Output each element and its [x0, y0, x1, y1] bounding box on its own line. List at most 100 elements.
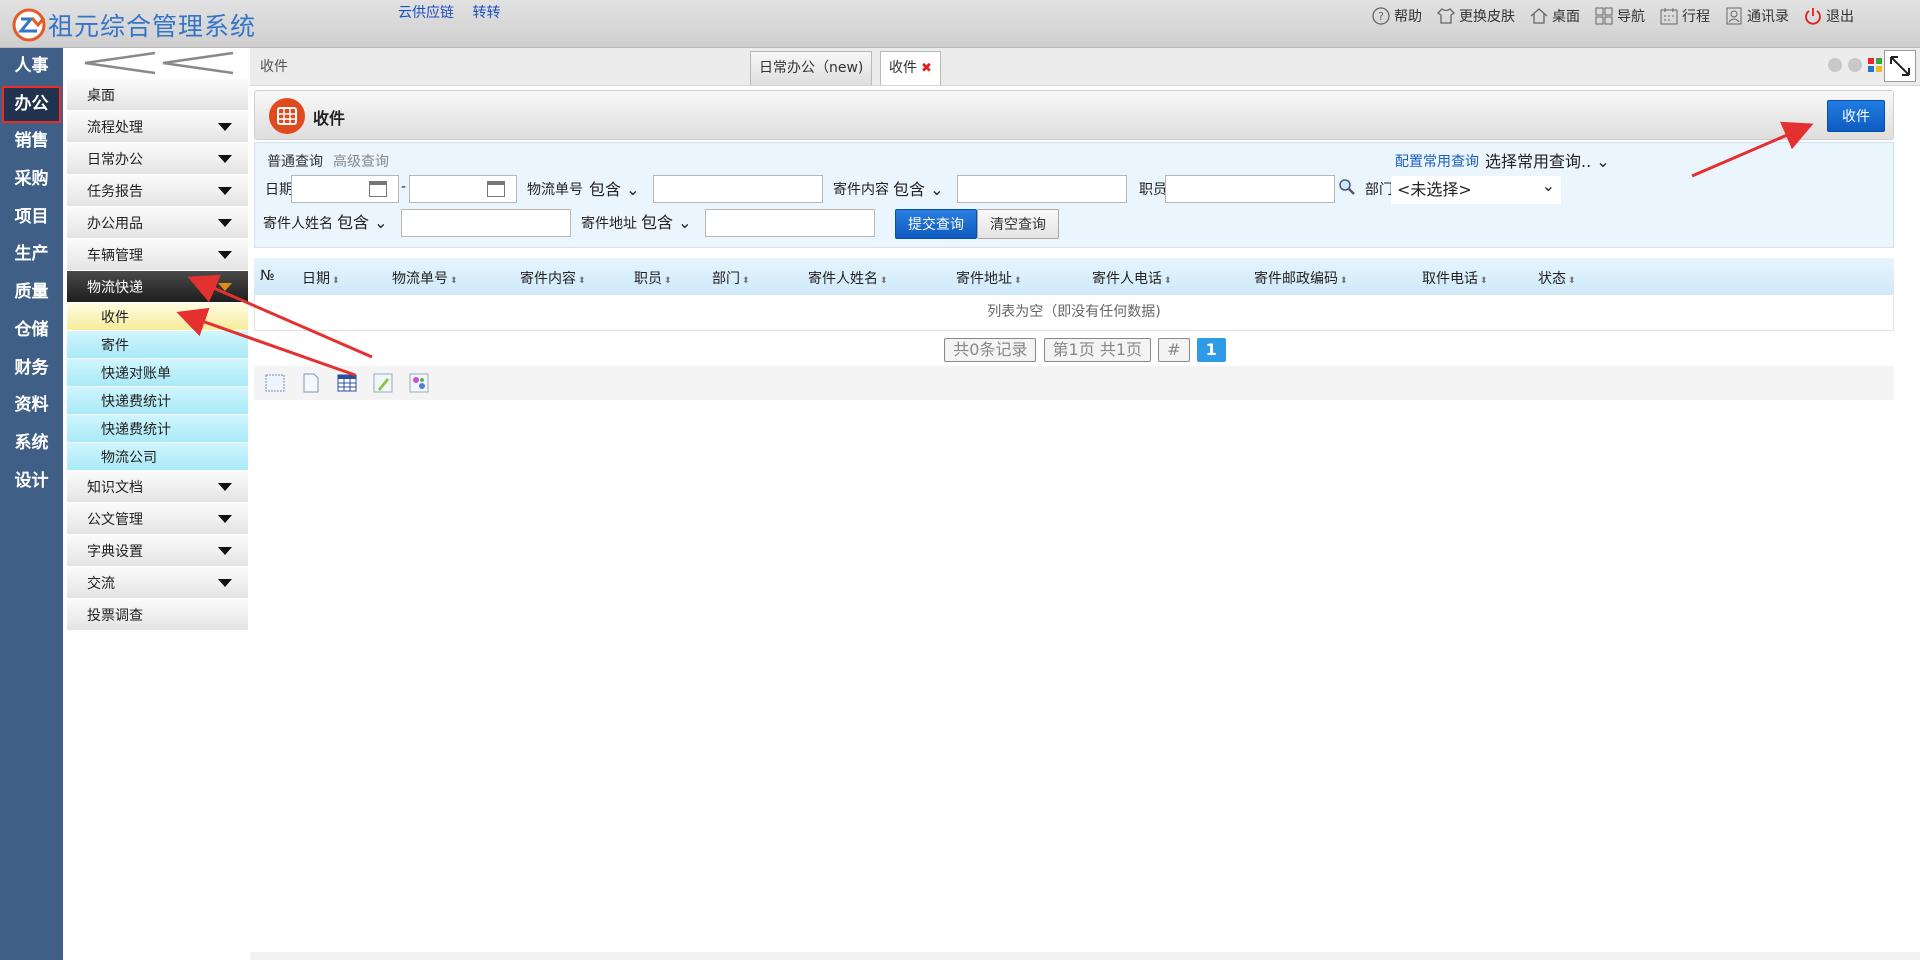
submenu-statement[interactable]: 快递对账单 [67, 359, 248, 386]
menu-knowledge[interactable]: 知识文档 [67, 471, 248, 502]
receive-button[interactable]: 收件 [1827, 100, 1885, 132]
col-tracking[interactable]: 物流单号 ⬍ [392, 268, 458, 288]
module-production[interactable]: 生产 [2, 236, 61, 274]
schedule-button[interactable]: 行程 [1659, 6, 1710, 26]
help-button[interactable]: ? 帮助 [1371, 6, 1422, 26]
calendar-icon[interactable] [369, 181, 387, 197]
contacts-icon [1726, 7, 1742, 25]
sort-icon: ⬍ [450, 276, 458, 286]
content-input[interactable] [957, 175, 1127, 203]
module-office[interactable]: 办公 [2, 85, 61, 124]
address-input[interactable] [705, 209, 875, 237]
address-operator-select[interactable]: 包含 ⌄ [635, 209, 705, 237]
module-project[interactable]: 项目 [2, 199, 61, 237]
tab-next-icon[interactable] [1848, 58, 1862, 72]
tab-advanced-query[interactable]: 高级查询 [333, 151, 389, 171]
edit-icon[interactable] [372, 372, 394, 394]
module-design[interactable]: 设计 [2, 463, 61, 501]
grid-app-icon [269, 98, 305, 134]
col-address[interactable]: 寄件地址 ⬍ [956, 268, 1022, 288]
menu-label: 物流快递 [87, 279, 143, 296]
tab-daily-office[interactable]: 日常办公（new) [750, 51, 873, 85]
menu-process[interactable]: 流程处理 [67, 111, 248, 142]
menu-vehicle[interactable]: 车辆管理 [67, 239, 248, 270]
tab-label: 收件 [889, 60, 917, 76]
staff-input[interactable] [1165, 175, 1335, 203]
menu-communication[interactable]: 交流 [67, 567, 248, 598]
tracking-operator-select[interactable]: 包含 ⌄ [583, 176, 653, 204]
col-label: № [260, 268, 275, 284]
layout-icon[interactable] [264, 372, 286, 394]
windows-icon[interactable] [1868, 58, 1882, 72]
module-data[interactable]: 资料 [2, 387, 61, 425]
module-finance[interactable]: 财务 [2, 350, 61, 388]
module-system[interactable]: 系统 [2, 425, 61, 463]
col-status[interactable]: 状态 ⬍ [1538, 268, 1576, 288]
desktop-button[interactable]: 桌面 [1529, 6, 1580, 26]
page-hash[interactable]: # [1158, 338, 1190, 362]
submenu-receive[interactable]: 收件 [67, 303, 248, 330]
table-icon[interactable] [336, 372, 358, 394]
submenu-fee-stats-2[interactable]: 快递费统计 [67, 415, 248, 442]
power-icon [1805, 8, 1821, 25]
tab-basic-query[interactable]: 普通查询 [267, 151, 323, 171]
module-hr[interactable]: 人事 [2, 48, 61, 86]
col-pickup-phone[interactable]: 取件电话 ⬍ [1422, 268, 1488, 288]
submit-query-button[interactable]: 提交查询 [895, 209, 977, 239]
menu-desktop[interactable]: 桌面 [67, 79, 248, 110]
menu-office-supplies[interactable]: 办公用品 [67, 207, 248, 238]
change-skin-button[interactable]: 更换皮肤 [1436, 6, 1515, 26]
operator-value: 包含 [641, 213, 674, 232]
col-content[interactable]: 寄件内容 ⬍ [520, 268, 586, 288]
calendar-icon[interactable] [487, 181, 505, 197]
clear-query-button[interactable]: 清空查询 [977, 209, 1059, 239]
tracking-input[interactable] [653, 175, 823, 203]
query-form: 普通查询 高级查询 配置常用查询 选择常用查询.. ⌄ 日期 - 物流单号 包含… [254, 142, 1894, 248]
col-staff[interactable]: 职员 ⬍ [634, 268, 672, 288]
col-label: 取件电话 [1422, 271, 1478, 287]
menu-dictionary[interactable]: 字典设置 [67, 535, 248, 566]
col-sender[interactable]: 寄件人姓名 ⬍ [808, 268, 888, 288]
collapse-sidebar-button[interactable] [63, 48, 250, 78]
module-quality[interactable]: 质量 [2, 274, 61, 312]
menu-documents[interactable]: 公文管理 [67, 503, 248, 534]
module-purchase[interactable]: 采购 [2, 161, 61, 199]
page-current[interactable]: 1 [1196, 338, 1226, 362]
close-icon[interactable]: ✖ [921, 61, 932, 76]
menu-vote[interactable]: 投票调查 [67, 599, 248, 630]
col-dept[interactable]: 部门 ⬍ [712, 268, 750, 288]
breadcrumb: 收件 [260, 59, 288, 75]
tab-receive[interactable]: 收件 ✖ [880, 51, 941, 85]
module-sales[interactable]: 销售 [2, 123, 61, 161]
common-query-select[interactable]: 选择常用查询.. ⌄ [1485, 148, 1610, 172]
page-icon[interactable] [300, 372, 322, 394]
contacts-button[interactable]: 通讯录 [1724, 6, 1789, 26]
caret-down-icon [218, 514, 232, 523]
double-chevron-left-icon [84, 51, 233, 75]
search-icon[interactable] [1337, 177, 1357, 197]
col-sender-phone[interactable]: 寄件人电话 ⬍ [1092, 268, 1172, 288]
sender-input[interactable] [401, 209, 571, 237]
menu-daily-office[interactable]: 日常办公 [67, 143, 248, 174]
fullscreen-button[interactable] [1884, 50, 1916, 82]
total-records: 共0条记录 [944, 338, 1037, 362]
menu-task-report[interactable]: 任务报告 [67, 175, 248, 206]
top-link-transfer[interactable]: 转转 [472, 5, 500, 21]
logout-button[interactable]: 退出 [1803, 6, 1854, 26]
menu-logistics[interactable]: 物流快递 [67, 271, 248, 302]
dept-select[interactable]: <未选择> ⌄ [1391, 176, 1561, 204]
module-warehouse[interactable]: 仓储 [2, 312, 61, 350]
submenu-send[interactable]: 寄件 [67, 331, 248, 358]
navigation-button[interactable]: 导航 [1594, 6, 1645, 26]
submenu-fee-stats[interactable]: 快递费统计 [67, 387, 248, 414]
tab-prev-icon[interactable] [1828, 58, 1842, 72]
content-operator-select[interactable]: 包含 ⌄ [887, 176, 957, 204]
col-postcode[interactable]: 寄件邮政编码 ⬍ [1254, 268, 1348, 288]
col-date[interactable]: 日期 ⬍ [302, 268, 340, 288]
submenu-logistics-company[interactable]: 物流公司 [67, 443, 248, 470]
config-common-query-link[interactable]: 配置常用查询 [1395, 151, 1479, 171]
change-skin-label: 更换皮肤 [1459, 9, 1515, 25]
top-link-supply-chain[interactable]: 云供应链 [398, 5, 454, 21]
sender-operator-select[interactable]: 包含 ⌄ [331, 209, 401, 237]
settings-icon[interactable] [408, 372, 430, 394]
